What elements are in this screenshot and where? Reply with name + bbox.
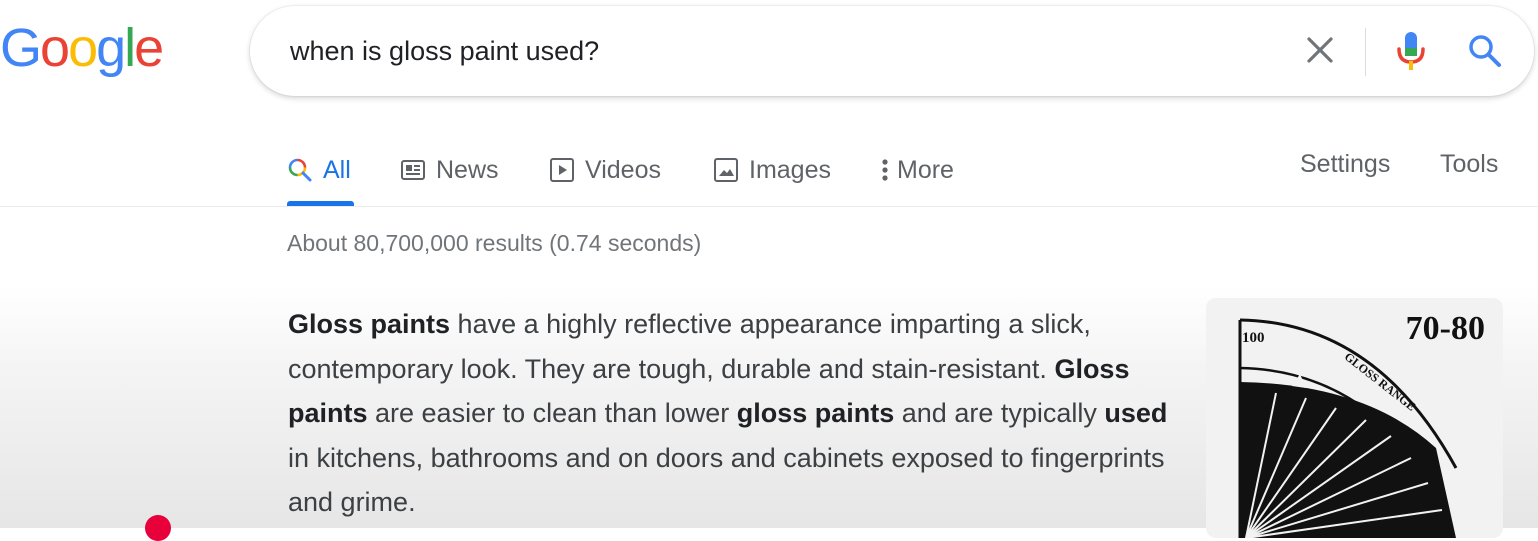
tabs-divider	[0, 206, 1538, 207]
settings-link[interactable]: Settings	[1300, 150, 1390, 179]
search-input[interactable]	[288, 26, 1252, 76]
logo-letter: l	[124, 18, 136, 78]
tools-link[interactable]: Tools	[1440, 150, 1498, 179]
tab-label: More	[897, 155, 954, 184]
tab-label: All	[323, 155, 351, 184]
logo-letter: o	[68, 18, 98, 78]
tab-label: News	[436, 155, 499, 184]
result-stats: About 80,700,000 results (0.74 seconds)	[287, 230, 702, 256]
tab-all[interactable]: All	[287, 150, 351, 190]
microphone-icon	[1397, 32, 1425, 70]
search-icon	[287, 157, 313, 183]
logo-letter: e	[134, 18, 164, 78]
snippet-bold-text: gloss paints	[736, 398, 895, 428]
logo-letter: G	[0, 18, 42, 78]
tab-images[interactable]: Images	[713, 150, 831, 190]
search-box	[250, 6, 1534, 96]
news-icon	[400, 158, 426, 182]
close-icon	[1307, 37, 1333, 63]
gauge-range-label: 70-80	[1405, 310, 1485, 347]
logo-letter: o	[40, 18, 70, 78]
video-icon	[549, 157, 575, 183]
google-logo[interactable]: Google	[0, 18, 164, 78]
snippet-text: are easier to clean than lower	[367, 398, 737, 428]
snippet-text: and are typically	[894, 398, 1105, 428]
snippet-bold-text: used	[1104, 398, 1168, 428]
search-button[interactable]	[1466, 32, 1504, 70]
more-dots-icon	[881, 157, 889, 183]
snippet-text: in kitchens, bathrooms and on doors and …	[288, 442, 1165, 518]
tab-label: Images	[749, 155, 831, 184]
tab-videos[interactable]: Videos	[549, 150, 661, 190]
tab-news[interactable]: News	[400, 150, 499, 190]
tab-label: Videos	[585, 155, 661, 184]
snippet-bold-text: Gloss paints	[288, 309, 451, 339]
image-icon	[713, 157, 739, 183]
search-icon	[1469, 35, 1501, 67]
search-divider	[1365, 28, 1366, 76]
tab-more[interactable]: More	[881, 150, 954, 190]
cursor-indicator	[145, 515, 171, 541]
featured-snippet-text: Gloss paints have a highly reflective ap…	[288, 302, 1188, 525]
snippet-thumbnail[interactable]: GLOSS RANGE 100 70-80	[1206, 298, 1503, 538]
gauge-scale-label: 100	[1242, 330, 1265, 346]
voice-search-button[interactable]	[1393, 30, 1429, 72]
logo-letter: g	[96, 18, 126, 78]
clear-button[interactable]	[1302, 32, 1338, 68]
